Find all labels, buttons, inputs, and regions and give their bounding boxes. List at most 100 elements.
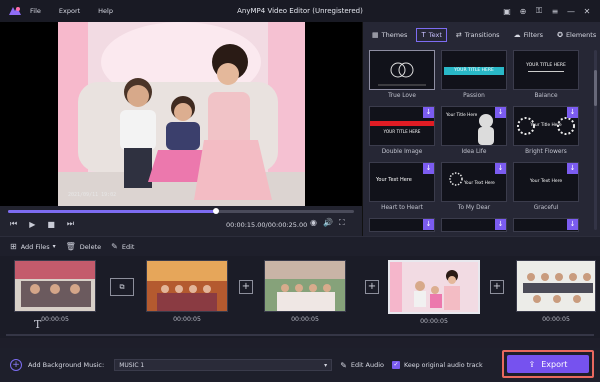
template-to-my-dear[interactable]: Your Text Here ↓ To My Dear bbox=[441, 162, 507, 211]
template-true-love[interactable]: True Love bbox=[369, 50, 435, 99]
text-icon: T bbox=[421, 31, 426, 39]
title-bar: File Export Help AnyMP4 Video Editor (Un… bbox=[0, 0, 600, 22]
close-icon[interactable]: ✕ bbox=[580, 4, 594, 18]
transition-add[interactable]: + bbox=[365, 280, 379, 294]
clip-thumbnail bbox=[14, 260, 96, 312]
transition-add[interactable]: + bbox=[239, 280, 253, 294]
template-row-partial[interactable]: ↓ bbox=[513, 218, 579, 232]
keep-original-audio[interactable]: ✓ Keep original audio track bbox=[392, 361, 483, 369]
download-icon[interactable]: ↓ bbox=[567, 163, 578, 174]
download-icon[interactable]: ↓ bbox=[423, 219, 434, 230]
download-icon[interactable]: ↓ bbox=[495, 163, 506, 174]
menu-bar: File Export Help bbox=[30, 7, 131, 15]
volume-icon[interactable]: 🔊 bbox=[323, 218, 333, 228]
snapshot-icon[interactable]: ◉ bbox=[310, 218, 317, 228]
download-icon[interactable]: ↓ bbox=[495, 107, 506, 118]
add-files-button[interactable]: ⊞ Add Files ▾ bbox=[10, 242, 56, 251]
add-music-icon[interactable]: + bbox=[10, 359, 22, 371]
keep-original-label: Keep original audio track bbox=[404, 361, 483, 369]
template-label: Graceful bbox=[533, 205, 559, 211]
template-label: True Love bbox=[388, 93, 416, 99]
template-balance[interactable]: YOUR TITLE HERE Balance bbox=[513, 50, 579, 99]
transition-add[interactable]: + bbox=[490, 280, 504, 294]
text-track-icon[interactable]: T bbox=[34, 318, 41, 331]
template-thumb: YOUR TITLE HERE ↓ bbox=[369, 106, 435, 146]
timeline-clip[interactable]: 00:00:05 bbox=[264, 260, 346, 323]
template-thumb: ↓ bbox=[369, 218, 435, 232]
key-icon[interactable]: ⚿ bbox=[532, 4, 546, 18]
edit-button[interactable]: ✎ Edit bbox=[111, 242, 134, 251]
minimize-icon[interactable]: — bbox=[564, 4, 578, 18]
template-idea-life[interactable]: Your Title Here ↓ Idea Life bbox=[441, 106, 507, 155]
chevron-down-icon[interactable]: ▾ bbox=[53, 243, 56, 250]
checkbox-checked-icon[interactable]: ✓ bbox=[392, 361, 401, 369]
timeline-clip[interactable]: 00:00:05 bbox=[146, 260, 228, 323]
download-icon[interactable]: ↓ bbox=[567, 219, 578, 230]
chevron-down-icon: ▾ bbox=[324, 361, 328, 369]
template-caption: Your Title Here bbox=[446, 113, 478, 118]
download-icon[interactable]: ↓ bbox=[423, 107, 434, 118]
download-icon[interactable]: ↓ bbox=[567, 107, 578, 118]
cart-icon[interactable]: ⊕ bbox=[516, 4, 530, 18]
progress-handle[interactable] bbox=[212, 208, 219, 214]
clip-image bbox=[265, 261, 345, 311]
menu-file[interactable]: File bbox=[30, 7, 41, 15]
template-row-partial[interactable]: ↓ bbox=[369, 218, 435, 232]
tab-elements[interactable]: ✪ Elements bbox=[552, 28, 600, 42]
template-label: Double Image bbox=[381, 149, 423, 155]
save-icon[interactable]: ▣ bbox=[500, 4, 514, 18]
edit-audio-label: Edit Audio bbox=[350, 361, 385, 369]
music-select[interactable]: MUSIC 1 ▾ bbox=[114, 359, 333, 371]
panel-scroll-thumb[interactable] bbox=[594, 70, 597, 106]
template-bright-flowers[interactable]: Your Title Here ↓ Bright Flowers bbox=[513, 106, 579, 155]
template-caption: YOUR TITLE HERE bbox=[526, 63, 566, 68]
template-caption: Your Text Here bbox=[529, 179, 563, 184]
stop-icon[interactable]: ■ bbox=[47, 220, 55, 229]
tab-themes[interactable]: ▦ Themes bbox=[367, 28, 412, 42]
transition-slot[interactable]: ⧉ bbox=[110, 278, 134, 296]
download-icon[interactable]: ↓ bbox=[423, 163, 434, 174]
export-icon: ⇪ bbox=[528, 359, 536, 369]
timeline-clip[interactable]: 00:00:05 bbox=[516, 260, 596, 323]
tab-filters[interactable]: ☁ Filters bbox=[509, 28, 548, 42]
fullscreen-icon[interactable]: ⛶ bbox=[339, 218, 345, 228]
template-caption: Your Title Here bbox=[530, 123, 562, 128]
template-graceful[interactable]: Your Text Here ↓ Graceful bbox=[513, 162, 579, 211]
tab-text[interactable]: T Text bbox=[416, 28, 447, 42]
template-row-partial[interactable]: ↓ bbox=[441, 218, 507, 232]
template-double-image[interactable]: YOUR TITLE HERE ↓ Double Image bbox=[369, 106, 435, 155]
timeline-scrollbar[interactable] bbox=[6, 334, 594, 336]
progress-bar[interactable] bbox=[8, 208, 354, 214]
template-label: Balance bbox=[534, 93, 558, 99]
clip-duration: 00:00:05 bbox=[420, 318, 448, 325]
template-heart-to-heart[interactable]: Your Text Here ↓ Heart to Heart bbox=[369, 162, 435, 211]
next-icon[interactable]: ⏭ bbox=[67, 219, 74, 229]
tab-themes-label: Themes bbox=[381, 31, 408, 39]
window-controls: ▣ ⊕ ⚿ ≡ — ✕ bbox=[498, 4, 594, 18]
video-timestamp: 2021/09/11 19:02 bbox=[68, 192, 117, 198]
clip-image bbox=[390, 262, 478, 312]
tab-transitions[interactable]: ⇄ Transitions bbox=[451, 28, 505, 42]
edit-audio-icon: ✎ bbox=[340, 360, 347, 370]
template-thumb: YOUR TITLE HERE bbox=[513, 50, 579, 90]
panel-scrollbar[interactable] bbox=[594, 50, 597, 230]
background-music-label: Add Background Music: bbox=[28, 361, 105, 369]
menu-icon[interactable]: ≡ bbox=[548, 4, 562, 18]
play-icon[interactable]: ▶ bbox=[29, 220, 35, 229]
download-icon[interactable]: ↓ bbox=[495, 219, 506, 230]
export-button[interactable]: ⇪ Export bbox=[507, 355, 589, 373]
previous-icon[interactable]: ⏮ bbox=[10, 219, 17, 229]
delete-button[interactable]: 🗑 Delete bbox=[66, 242, 102, 251]
effects-tabs: ▦ Themes T Text ⇄ Transitions ☁ Filters ✪ Ele… bbox=[367, 28, 600, 42]
template-passion[interactable]: YOUR TITLE HERE Passion bbox=[441, 50, 507, 99]
edit-audio-button[interactable]: ✎ Edit Audio bbox=[340, 361, 384, 370]
true-love-graphic bbox=[378, 62, 426, 86]
menu-help[interactable]: Help bbox=[98, 7, 113, 15]
music-select-value: MUSIC 1 bbox=[119, 361, 145, 369]
timeline-clip[interactable]: 00:00:05 bbox=[14, 260, 96, 323]
template-thumb bbox=[369, 50, 435, 90]
timeline: 00:00:05 ⧉ 00:00:05 + 00:00:05 + 00:00:0… bbox=[0, 256, 600, 338]
menu-export[interactable]: Export bbox=[59, 7, 80, 15]
template-thumb: Your Text Here ↓ bbox=[369, 162, 435, 202]
timeline-clip-selected[interactable]: 00:00:05 bbox=[388, 260, 480, 325]
